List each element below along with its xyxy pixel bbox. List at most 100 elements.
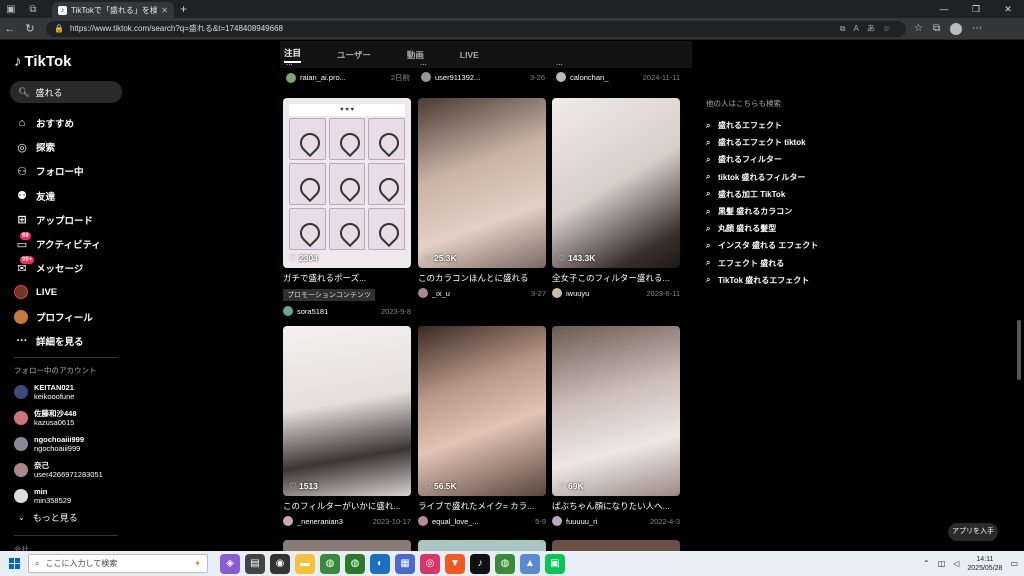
- account-item[interactable]: min min358529: [14, 483, 126, 509]
- video-caption[interactable]: 全女子このフィルター盛れる...: [552, 272, 680, 284]
- video-user[interactable]: sora5181: [297, 307, 381, 316]
- sidebar-item-live[interactable]: LIVE: [14, 280, 124, 304]
- video-card[interactable]: ♡ 1513 このフィルターがいかに盛れ... _neneranian3 202…: [283, 326, 411, 526]
- search-input[interactable]: 🔍︎ 盛れる: [10, 81, 122, 103]
- related-item[interactable]: ⌕ インスタ 盛れる エフェクト: [706, 237, 846, 254]
- chevron-up-icon[interactable]: ⌃: [923, 559, 930, 568]
- video-caption[interactable]: ...: [556, 58, 680, 67]
- line-app-icon[interactable]: ▣: [545, 553, 565, 574]
- video-caption[interactable]: ぱぶちゃん顔になりたい人へ...: [552, 500, 680, 512]
- account-item[interactable]: KEITAN021 keikooofune: [14, 379, 126, 405]
- avatar[interactable]: [283, 516, 293, 526]
- account-item[interactable]: 奈己 user4266971283051: [14, 457, 126, 483]
- avatar[interactable]: [283, 306, 293, 316]
- video-thumbnail[interactable]: ♥ ♥ ♥ ♡ 2304: [283, 98, 411, 268]
- avatar[interactable]: [286, 72, 296, 83]
- browser-tab[interactable]: ♪ TikTokで「盛れる」を検索 | TikTok ✕: [52, 2, 174, 18]
- video-thumbnail[interactable]: [418, 540, 546, 551]
- chrome-app-icon-3[interactable]: ◍: [495, 553, 515, 574]
- video-caption[interactable]: ライブで盛れたメイク= カラ...: [418, 500, 546, 512]
- instagram-app-icon[interactable]: ◎: [420, 553, 440, 574]
- url-input[interactable]: 🔒 https://www.tiktok.com/search?q=盛れる&t=…: [46, 20, 906, 37]
- favorites-icon[interactable]: ☆: [914, 23, 923, 34]
- sidebar-item-explore[interactable]: ◎ 探索: [14, 135, 124, 159]
- avatar[interactable]: [421, 72, 431, 82]
- store-app-icon[interactable]: ▦: [395, 553, 415, 574]
- taskview-app-icon[interactable]: ▤: [245, 553, 265, 574]
- video-user[interactable]: raian_ai.pro...: [300, 73, 391, 82]
- sidebar-item-profile[interactable]: プロフィール: [14, 305, 124, 329]
- sidebar-item-messages[interactable]: ✉ 99+ メッセージ: [14, 256, 124, 280]
- video-card[interactable]: ♡ 25.3K このカラコンほんとに盛れる _ix_u 3-27: [418, 98, 546, 298]
- brave-app-icon[interactable]: ▼: [445, 553, 465, 574]
- related-item[interactable]: ⌕ 盛れるフィルター: [706, 151, 846, 168]
- video-thumbnail[interactable]: [552, 540, 680, 551]
- video-user[interactable]: fuuuuu_ri: [566, 517, 650, 526]
- video-card[interactable]: ♡ 56.5K ライブで盛れたメイク= カラ... equal_love_...…: [418, 326, 546, 526]
- avatar[interactable]: [552, 288, 562, 298]
- avatar[interactable]: [418, 516, 428, 526]
- page-scrollbar[interactable]: [1017, 320, 1021, 380]
- minimize-icon[interactable]: —: [928, 0, 960, 18]
- video-thumbnail[interactable]: ♡ 56.5K: [418, 326, 546, 496]
- sidebar-item-friends[interactable]: ⚉ 友達: [14, 184, 124, 208]
- sidebar-item-upload[interactable]: ⊞ アップロード: [14, 208, 124, 232]
- close-window-icon[interactable]: ✕: [992, 0, 1024, 18]
- tab-actions-icon[interactable]: ⧉: [22, 0, 44, 18]
- copilot-app-icon[interactable]: ◈: [220, 553, 240, 574]
- reload-icon[interactable]: ↻: [20, 22, 40, 35]
- video-caption[interactable]: このフィルターがいかに盛れ...: [283, 500, 411, 512]
- show-more-button[interactable]: ⌄ もっと見る: [18, 511, 78, 524]
- clock[interactable]: 14:11 2025/05/28: [967, 555, 1002, 573]
- lock-icon[interactable]: 🔒: [54, 24, 64, 33]
- chrome-app-icon-2[interactable]: ◍: [345, 553, 365, 574]
- avatar[interactable]: [556, 72, 566, 82]
- video-user[interactable]: user911392...: [435, 73, 530, 82]
- maximize-icon[interactable]: ❐: [960, 0, 992, 18]
- video-card[interactable]: ♡ 69K ぱぶちゃん顔になりたい人へ... fuuuuu_ri 2022-4-…: [552, 326, 680, 526]
- close-tab-icon[interactable]: ✕: [161, 6, 168, 15]
- video-caption[interactable]: このカラコンほんとに盛れる: [418, 272, 546, 284]
- omnibox-icons[interactable]: ⧉Aあ☆: [840, 23, 898, 34]
- sidebar-item-activity[interactable]: ▭ 69 アクティビティ: [14, 231, 124, 256]
- related-item[interactable]: ⌕ 盛れるエフェクト: [706, 117, 846, 134]
- video-user[interactable]: calonchan_: [570, 73, 643, 82]
- video-thumbnail[interactable]: ♡ 143.3K: [552, 98, 680, 268]
- tiktok-app-icon[interactable]: ♪: [470, 553, 490, 574]
- sidebar-item-home[interactable]: ⌂ おすすめ: [14, 111, 124, 135]
- volume-icon[interactable]: ◁: [953, 559, 959, 568]
- related-item[interactable]: ⌕ 盛れる加工 TikTok: [706, 186, 846, 203]
- related-item[interactable]: ⌕ 丸顔 盛れる髪型: [706, 220, 846, 237]
- video-user[interactable]: _ix_u: [432, 289, 531, 298]
- widgets-app-icon[interactable]: ◉: [270, 553, 290, 574]
- related-item[interactable]: ⌕ 盛れるエフェクト tiktok: [706, 134, 846, 151]
- network-icon[interactable]: ◫: [938, 559, 946, 568]
- sidebar-item-more[interactable]: ··· 詳細を見る: [14, 329, 124, 353]
- tiktok-logo[interactable]: ♪ TikTok: [14, 53, 71, 70]
- explorer-app-icon[interactable]: ▬: [295, 553, 315, 574]
- chrome-app-icon[interactable]: ◍: [320, 553, 340, 574]
- video-caption[interactable]: ...: [420, 58, 544, 67]
- avatar[interactable]: [552, 516, 562, 526]
- sidebar-item-following[interactable]: ⚇ フォロー中: [14, 159, 124, 183]
- workspaces-icon[interactable]: ▣: [0, 0, 22, 18]
- video-user[interactable]: _neneranian3: [297, 517, 373, 526]
- menu-icon[interactable]: ⋯: [972, 23, 982, 34]
- photos-app-icon[interactable]: ▲: [520, 553, 540, 574]
- video-caption[interactable]: ガチで盛れるポーズ...: [283, 272, 411, 284]
- profile-avatar-icon[interactable]: [950, 22, 963, 35]
- video-thumbnail[interactable]: [283, 540, 411, 551]
- related-item[interactable]: ⌕ TikTok 盛れるエフェクト: [706, 272, 846, 289]
- account-item[interactable]: 佐藤和沙448 kazusa0615: [14, 405, 126, 431]
- taskbar-search-input[interactable]: ⌕ ここに入力して検索 ✦: [28, 554, 208, 573]
- video-card[interactable]: ♥ ♥ ♥ ♡ 2304 ガチで盛れるポーズ... プロモーションコンテンツ s…: [283, 98, 411, 316]
- video-thumbnail[interactable]: ♡ 1513: [283, 326, 411, 496]
- video-thumbnail[interactable]: ♡ 25.3K: [418, 98, 546, 268]
- video-thumbnail[interactable]: ♡ 69K: [552, 326, 680, 496]
- company-link[interactable]: 会社: [14, 544, 29, 551]
- avatar[interactable]: [418, 288, 428, 298]
- related-item[interactable]: ⌕ tiktok 盛れるフィルター: [706, 169, 846, 186]
- notification-icon[interactable]: ▭: [1010, 559, 1018, 568]
- video-card[interactable]: ♡ 143.3K 全女子このフィルター盛れる... iwuuyu 2023-6-…: [552, 98, 680, 298]
- edge-app-icon[interactable]: ◐: [370, 553, 390, 574]
